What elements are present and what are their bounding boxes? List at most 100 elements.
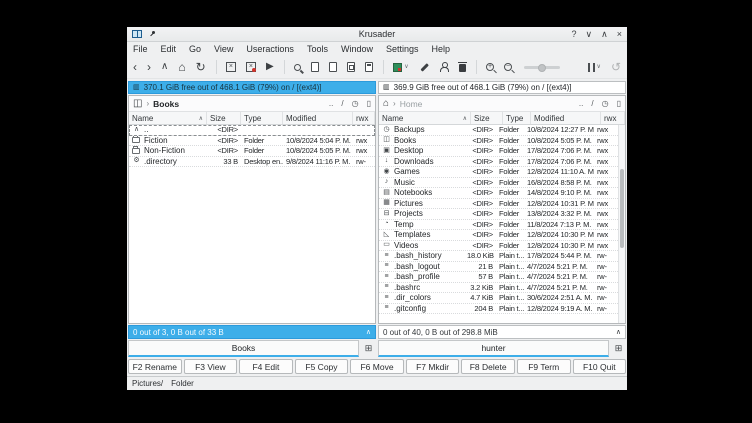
file-row[interactable]: ⚙.directory33 BDesktop en...9/8/2024 11:… [129, 157, 375, 168]
column-header-name[interactable]: Name∧ [379, 112, 471, 124]
popup-panel-button[interactable]: ▯ [617, 99, 621, 108]
root-mode-button[interactable] [439, 62, 449, 72]
file-row[interactable]: ◉Games<DIR>Folder12/8/2024 11:10 A. M.rw… [379, 167, 618, 178]
left-breadcrumb[interactable]: ◫ › Books ../◷▯ [129, 96, 375, 112]
trash-button[interactable] [459, 62, 466, 72]
column-header-type[interactable]: Type [241, 112, 283, 124]
help-button[interactable]: ? [572, 28, 577, 41]
equal-panel-sizes-button[interactable] [226, 62, 236, 72]
collapse-icon[interactable]: ∧ [366, 328, 371, 336]
f5-button[interactable]: F5 Copy [295, 359, 349, 374]
right-column-headers[interactable]: Name∧SizeTypeModifiedrwx [379, 112, 625, 125]
root-shortcut-button[interactable]: / [341, 99, 343, 108]
popup-panel-button[interactable]: ▯ [367, 99, 371, 108]
column-header-rwx[interactable]: rwx [353, 112, 375, 124]
menu-go[interactable]: Go [189, 44, 201, 54]
menu-settings[interactable]: Settings [386, 44, 419, 54]
copy-file-button[interactable] [347, 62, 355, 72]
refresh-button[interactable]: ↻ [196, 61, 206, 73]
file-row[interactable]: ▤Notebooks<DIR>Folder14/8/2024 9:10 P. M… [379, 188, 618, 199]
file-row[interactable]: ▦Pictures<DIR>Folder12/8/2024 10:31 P. M… [379, 199, 618, 210]
file-row[interactable]: Fiction<DIR>Folder10/8/2024 5:04 P. M.rw… [129, 136, 375, 147]
column-header-name[interactable]: Name∧ [129, 112, 207, 124]
menu-help[interactable]: Help [432, 44, 451, 54]
menu-window[interactable]: Window [341, 44, 373, 54]
pin-icon[interactable] [148, 30, 156, 38]
right-path[interactable]: Home [400, 99, 423, 109]
new-tab-button[interactable]: ⊞ [611, 340, 626, 357]
file-row[interactable]: ◔Temp<DIR>Folder11/8/2024 7:13 P. M.rwx [379, 220, 618, 231]
menu-tools[interactable]: Tools [307, 44, 328, 54]
zoom-out-button[interactable]: − [504, 63, 512, 71]
pointer-button[interactable]: ▶ [266, 61, 274, 73]
file-row[interactable]: Non-Fiction<DIR>Folder10/8/2024 5:05 P. … [129, 146, 375, 157]
menu-edit[interactable]: Edit [161, 44, 177, 54]
menu-file[interactable]: File [133, 44, 148, 54]
minimize-button[interactable]: ∨ [586, 28, 593, 41]
collapse-icon[interactable]: ∧ [616, 328, 621, 336]
file-row[interactable]: ≡.bash_logout21 BPlain t...4/7/2024 5:21… [379, 262, 618, 273]
right-media-bar[interactable]: ▥ 369.9 GiB free out of 468.1 GiB (79%) … [378, 81, 626, 94]
right-file-list[interactable]: ◷Backups<DIR>Folder10/8/2024 12:27 P. M.… [379, 125, 625, 323]
edit-file-button[interactable] [329, 62, 337, 72]
scrollbar-thumb[interactable] [620, 169, 624, 248]
job-queue-pause-button[interactable]: ∨ [588, 61, 601, 73]
f7-button[interactable]: F7 Mkdir [406, 359, 460, 374]
left-media-bar[interactable]: ▥ 370.1 GiB free out of 468.1 GiB (79%) … [128, 81, 376, 94]
panel-icon[interactable]: ◫ [133, 98, 142, 109]
file-row[interactable]: ◷Backups<DIR>Folder10/8/2024 12:27 P. M.… [379, 125, 618, 136]
f3-button[interactable]: F3 View [184, 359, 238, 374]
titlebar[interactable]: Krusader ? ∨ ∧ × [127, 27, 627, 42]
history-button[interactable]: ◷ [602, 99, 609, 108]
forward-button[interactable]: › [147, 61, 151, 73]
maximize-button[interactable]: ∧ [601, 28, 608, 41]
updir-shortcut-button[interactable]: .. [579, 99, 583, 108]
column-header-size[interactable]: Size [471, 112, 503, 124]
file-row[interactable]: ≡.gitconfig204 BPlain t...12/8/2024 9:19… [379, 304, 618, 315]
f2-button[interactable]: F2 Rename [128, 359, 182, 374]
file-row[interactable]: ▭Videos<DIR>Folder12/8/2024 10:30 P. M.r… [379, 241, 618, 252]
left-column-headers[interactable]: Name∧SizeTypeModifiedrwx [129, 112, 375, 125]
column-header-type[interactable]: Type [503, 112, 531, 124]
column-header-modified[interactable]: Modified [283, 112, 353, 124]
right-breadcrumb[interactable]: ⌂ › Home ../◷▯ [379, 96, 625, 112]
f9-button[interactable]: F9 Term [517, 359, 571, 374]
file-row[interactable]: ◺Templates<DIR>Folder12/8/2024 10:30 P. … [379, 230, 618, 241]
f6-button[interactable]: F6 Move [350, 359, 404, 374]
right-scrollbar[interactable] [618, 125, 625, 323]
column-header-size[interactable]: Size [207, 112, 241, 124]
up-button[interactable]: ∧ [161, 61, 168, 73]
back-button[interactable]: ‹ [133, 61, 137, 73]
sync-browse-button[interactable]: ∨ [393, 61, 408, 73]
home-icon[interactable]: ⌂ [383, 98, 389, 109]
updir-shortcut-button[interactable]: .. [329, 99, 333, 108]
root-shortcut-button[interactable]: / [591, 99, 593, 108]
file-row[interactable]: ⊟Projects<DIR>Folder13/8/2024 3:32 P. M.… [379, 209, 618, 220]
f8-button[interactable]: F8 Delete [461, 359, 515, 374]
home-button[interactable]: ⌂ [178, 61, 185, 73]
close-button[interactable]: × [617, 28, 622, 41]
f10-button[interactable]: F10 Quit [573, 359, 627, 374]
file-row[interactable]: ∧..<DIR> [129, 125, 375, 136]
file-row[interactable]: ≡.bashrc3.2 KiBPlain t...4/7/2024 5:21 P… [379, 283, 618, 294]
file-row[interactable]: ▣Desktop<DIR>Folder17/8/2024 7:06 P. M.r… [379, 146, 618, 157]
file-row[interactable]: ≡.bash_history18.0 KiBPlain t...17/8/202… [379, 251, 618, 262]
file-row[interactable]: ◫Books<DIR>Folder10/8/2024 5:05 P. M.rwx [379, 136, 618, 147]
tab-books[interactable]: Books [128, 340, 359, 357]
file-row[interactable]: ↓Downloads<DIR>Folder17/8/2024 7:06 P. M… [379, 157, 618, 168]
move-file-button[interactable] [365, 62, 373, 72]
column-header-rwx[interactable]: rwx [601, 112, 625, 124]
find-button[interactable] [294, 64, 301, 71]
new-tab-button[interactable]: ⊞ [361, 340, 376, 357]
zoom-in-button[interactable]: + [486, 63, 494, 71]
menu-view[interactable]: View [214, 44, 233, 54]
f4-button[interactable]: F4 Edit [239, 359, 293, 374]
file-row[interactable]: ♪Music<DIR>Folder16/8/2024 8:58 P. M.rwx [379, 178, 618, 189]
history-button[interactable]: ◷ [352, 99, 359, 108]
left-path[interactable]: Books [153, 99, 179, 109]
menu-useractions[interactable]: Useractions [246, 44, 294, 54]
left-file-list[interactable]: ∧..<DIR>Fiction<DIR>Folder10/8/2024 5:04… [129, 125, 375, 323]
view-file-button[interactable] [311, 62, 319, 72]
file-row[interactable]: ≡.dir_colors4.7 KiBPlain t...30/6/2024 2… [379, 293, 618, 304]
column-header-modified[interactable]: Modified [531, 112, 601, 124]
